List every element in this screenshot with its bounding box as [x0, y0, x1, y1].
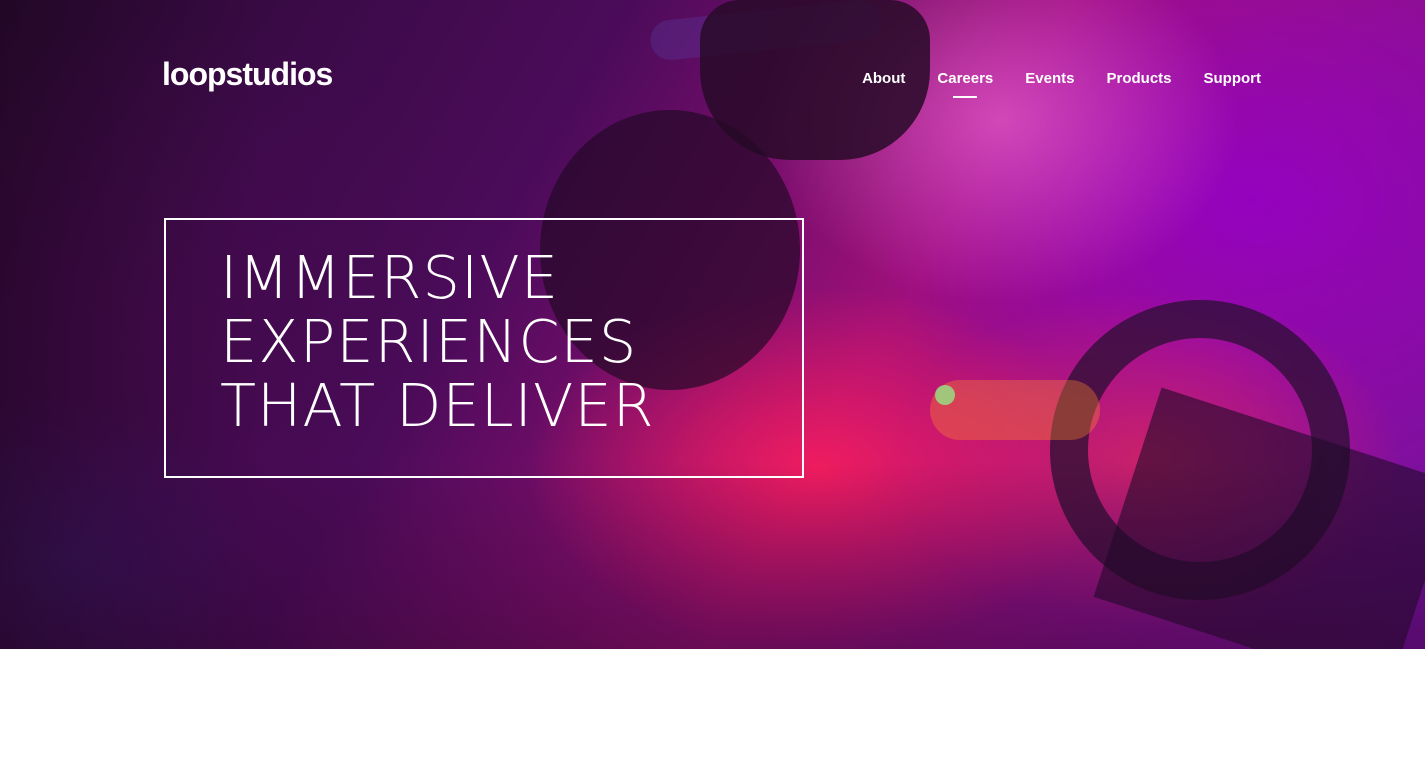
hero-headline-line: THAT DELIVER [220, 371, 655, 440]
hero-section: loopstudios About Careers Events Product… [0, 0, 1425, 649]
nav-link-products[interactable]: Products [1106, 70, 1171, 88]
nav-link-careers[interactable]: Careers [937, 70, 993, 88]
nav-link-about[interactable]: About [862, 70, 905, 88]
hero-headline-line: EXPERIENCES [220, 307, 638, 376]
hero-headline: IMMERSIVE EXPERIENCES THAT DELIVER [220, 246, 655, 438]
content-section [0, 649, 1425, 762]
hero-image-hand-highlight [930, 380, 1100, 440]
hero-image-light [935, 385, 955, 405]
hero-image-dashboard [1093, 387, 1425, 649]
hero-image-steering-wheel [1050, 300, 1350, 600]
main-nav: About Careers Events Products Support [862, 70, 1261, 88]
hero-headline-line: IMMERSIVE [220, 243, 559, 312]
hero-headline-box: IMMERSIVE EXPERIENCES THAT DELIVER [164, 218, 804, 478]
nav-link-support[interactable]: Support [1204, 70, 1262, 88]
hero-image-shade-bottom [0, 460, 1425, 649]
nav-link-events[interactable]: Events [1025, 70, 1074, 88]
brand-logo[interactable]: loopstudios [162, 58, 333, 90]
hero-image-glow [648, 0, 882, 62]
